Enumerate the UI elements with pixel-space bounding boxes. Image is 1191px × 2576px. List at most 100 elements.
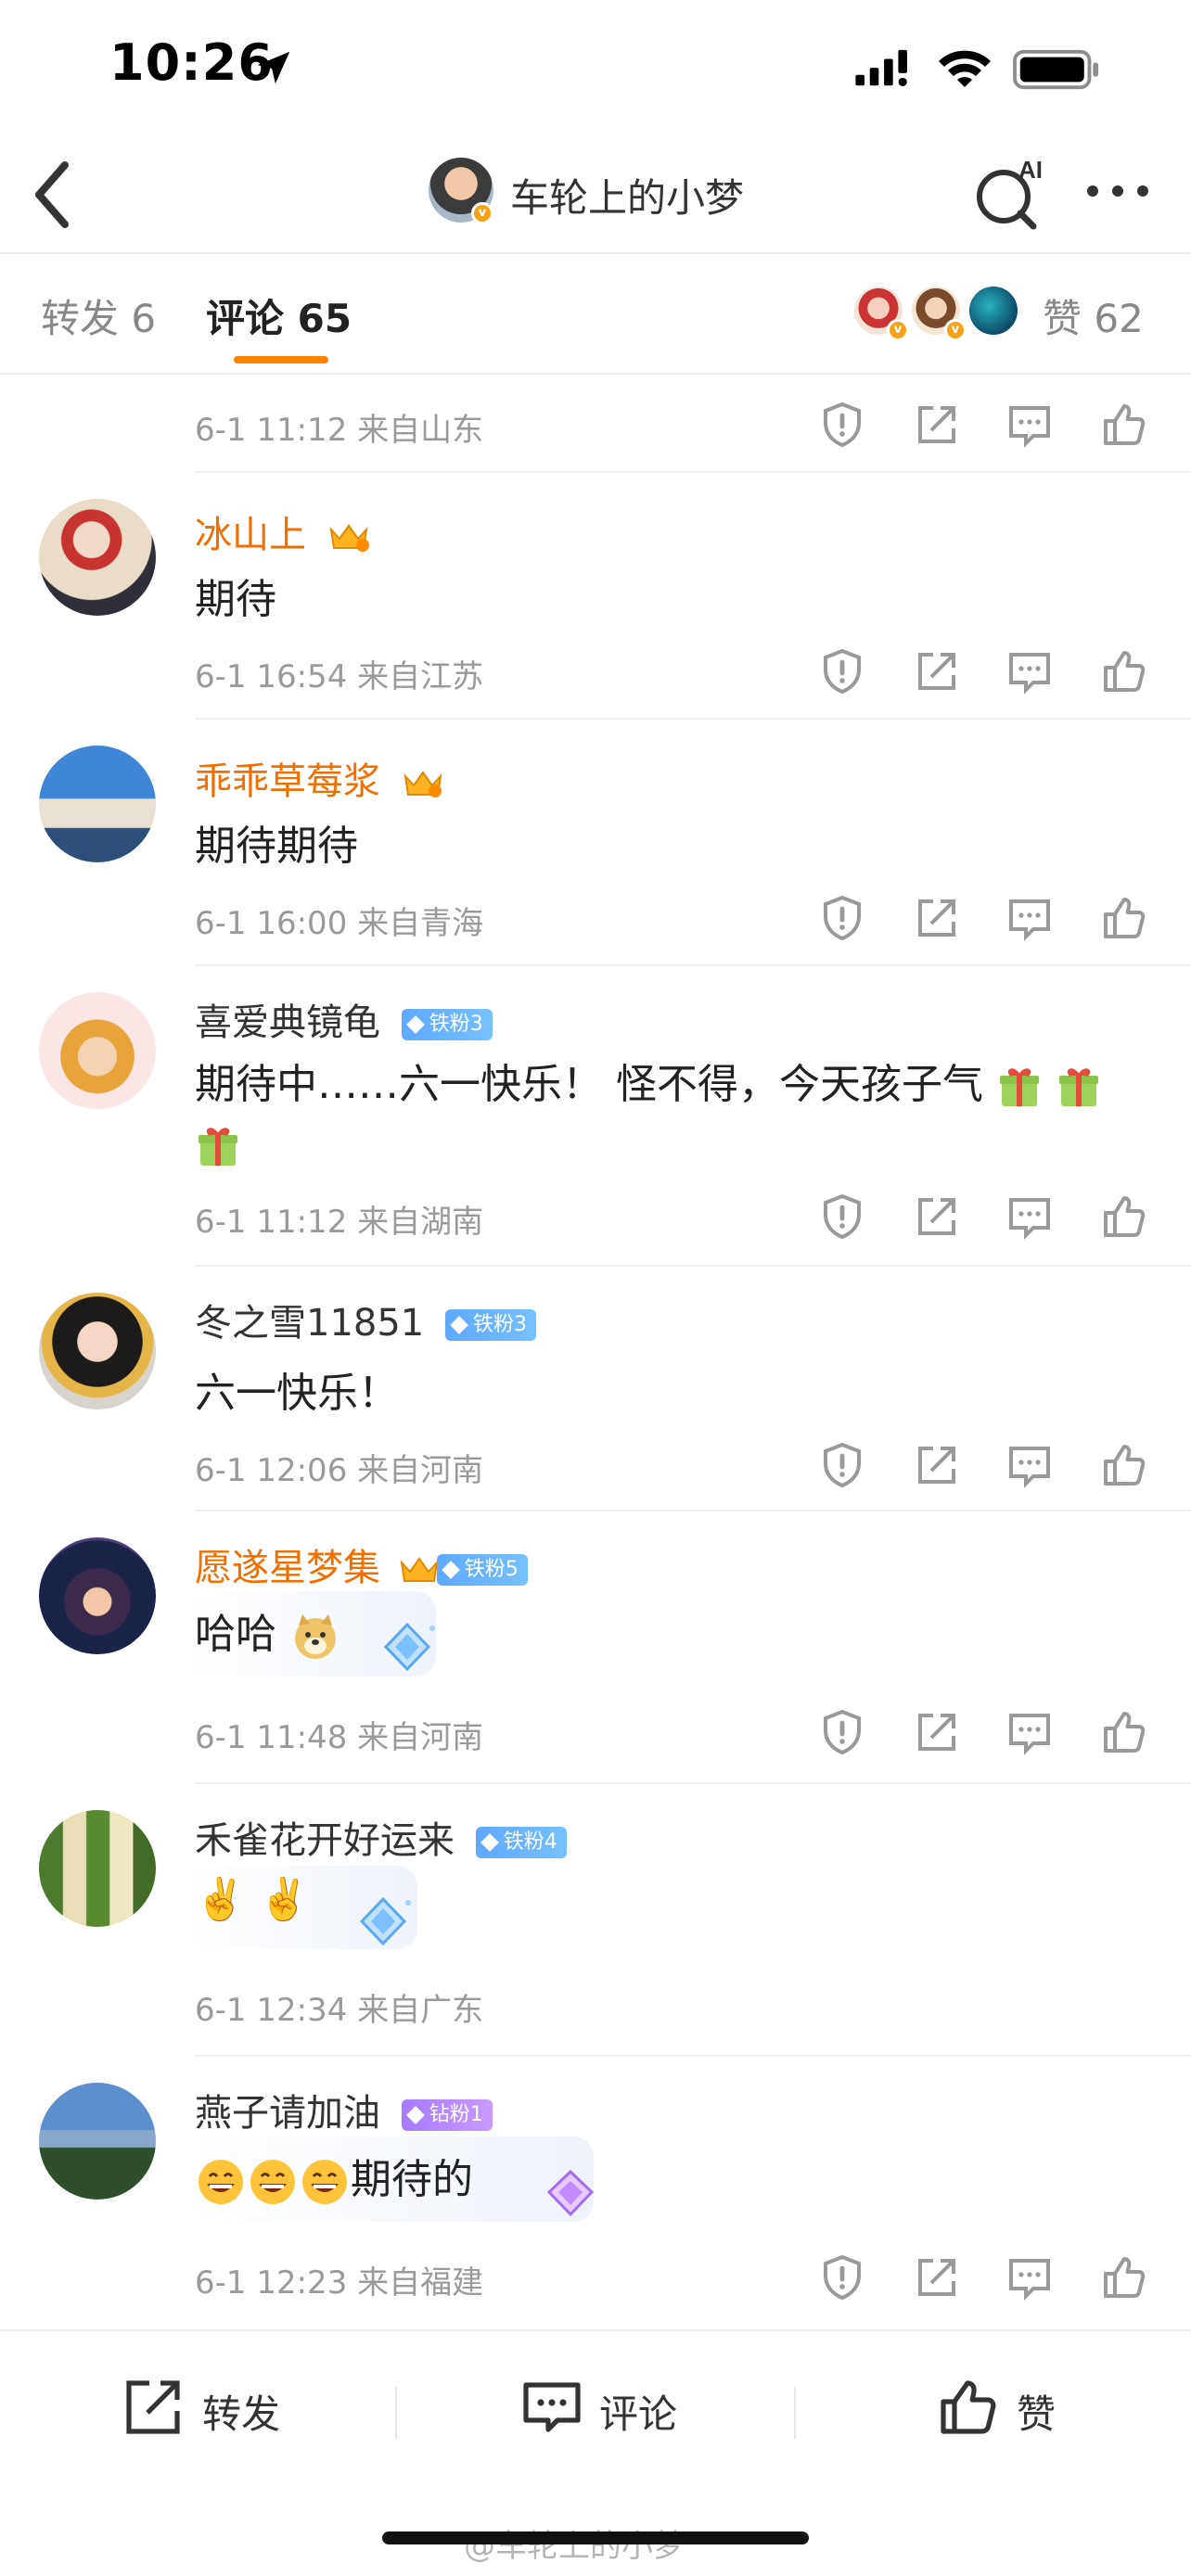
comment-item: 燕子请加油 钻粉1 期待的 6-1 12:23 来自福建 — [0, 2057, 1191, 2329]
share-icon[interactable] — [913, 1441, 961, 1489]
commenter-name-text: 乖乖草莓浆 — [195, 760, 380, 803]
location-arrow-icon — [257, 51, 290, 84]
report-shield-icon[interactable] — [818, 647, 866, 695]
like-thumb-icon[interactable] — [1100, 647, 1148, 695]
comment-actions — [816, 401, 1150, 453]
comment-actions — [816, 894, 1150, 946]
comment-text: 期待中……六一快乐！ 怪不得，今天孩子气 — [195, 1055, 1159, 1174]
reply-comment-icon[interactable] — [1005, 401, 1054, 449]
commenter-name[interactable]: 燕子请加油 钻粉1 — [195, 2083, 493, 2136]
report-shield-icon[interactable] — [818, 894, 866, 942]
share-icon[interactable] — [913, 1708, 961, 1756]
report-shield-icon[interactable] — [818, 2253, 866, 2302]
report-shield-icon[interactable] — [818, 401, 866, 449]
fan-level-tag: 铁粉4 — [475, 1827, 567, 1858]
like-thumb-icon[interactable] — [1100, 1441, 1148, 1489]
verified-badge-icon: v — [471, 202, 493, 224]
vip-crown-icon — [403, 771, 442, 797]
bottom-action-bar: 转发 评论 赞 — [0, 2329, 1191, 2478]
comment-text: 哈哈 — [195, 1600, 341, 1663]
commenter-name[interactable]: 冬之雪11851 铁粉3 — [195, 1293, 536, 1346]
status-bar: 10:26 — [0, 0, 1191, 130]
wifi-icon — [939, 50, 991, 87]
share-icon[interactable] — [913, 894, 961, 942]
comment-meta: 6-1 11:12 来自山东 — [195, 412, 484, 449]
commenter-avatar[interactable] — [39, 2083, 156, 2200]
commenter-name[interactable]: 冰山上 — [195, 504, 370, 558]
author-name[interactable]: 车轮上的小梦 — [510, 167, 744, 223]
like-label: 赞 — [1017, 2391, 1057, 2437]
like-thumb-icon[interactable] — [1100, 2253, 1148, 2302]
report-shield-icon[interactable] — [818, 1708, 866, 1756]
repost-button[interactable]: 转发 — [122, 2378, 308, 2442]
bubble-diamond-icon — [359, 1896, 411, 1946]
reply-comment-icon[interactable] — [1005, 2253, 1054, 2302]
tab-comment[interactable]: 评论 65 — [206, 287, 352, 344]
commenter-name-text: 冬之雪11851 — [195, 1302, 425, 1345]
home-indicator[interactable] — [382, 2531, 809, 2544]
comment-text-content: 期待中……六一快乐！ 怪不得，今天孩子气 — [195, 1061, 983, 1108]
comment-meta: 6-1 11:48 来自河南 — [195, 1719, 484, 1756]
comment-item: 乖乖草莓浆 期待期待 6-1 16:00 来自青海 — [0, 720, 1191, 966]
share-icon[interactable] — [913, 1192, 961, 1241]
commenter-name[interactable]: 喜爱典镜龟 铁粉3 — [195, 992, 493, 1046]
commenter-name[interactable]: 乖乖草莓浆 — [195, 751, 444, 805]
tab-likes[interactable]: 赞 62 — [1043, 287, 1144, 344]
verified-badge-icon: v — [887, 319, 909, 341]
comment-item: 冰山上 期待 6-1 16:54 来自江苏 — [0, 473, 1191, 720]
tab-repost[interactable]: 转发 6 — [41, 287, 156, 344]
commenter-avatar[interactable] — [39, 1537, 156, 1654]
commenter-avatar[interactable] — [39, 746, 156, 862]
reply-comment-icon[interactable] — [1005, 1192, 1054, 1241]
comment-label: 评论 — [599, 2391, 678, 2437]
grin-emoji-icon — [302, 2160, 347, 2204]
reply-comment-icon[interactable] — [1005, 1441, 1054, 1489]
report-shield-icon[interactable] — [818, 1192, 866, 1241]
reply-comment-icon[interactable] — [1005, 647, 1054, 695]
commenter-avatar[interactable] — [39, 1293, 156, 1409]
comment-actions — [816, 1708, 1150, 1760]
like-thumb-icon[interactable] — [1100, 894, 1148, 942]
verified-badge-icon: v — [944, 319, 967, 341]
comment-actions — [816, 1441, 1150, 1493]
share-icon[interactable] — [913, 2253, 961, 2302]
repost-label: 转发 — [202, 2391, 281, 2437]
comment-button[interactable]: 评论 — [519, 2378, 705, 2442]
commenter-avatar[interactable] — [39, 992, 156, 1109]
commenter-name-text: 喜爱典镜龟 — [195, 1001, 380, 1044]
comment-text: 期待 — [195, 576, 276, 623]
like-thumb-icon[interactable] — [1100, 1192, 1148, 1241]
more-options-icon[interactable] — [1085, 182, 1150, 200]
repost-share-icon — [126, 2380, 180, 2434]
commenter-name[interactable]: 禾雀花开好运来 铁粉4 — [195, 1810, 567, 1864]
liker-avatar — [967, 284, 1020, 338]
comment-text: 期待期待 — [195, 823, 358, 870]
ai-search-icon[interactable]: AI — [974, 154, 1048, 230]
reply-comment-icon[interactable] — [1005, 894, 1054, 942]
back-chevron-icon[interactable] — [28, 158, 76, 232]
vip-crown-icon — [329, 524, 369, 552]
report-shield-icon[interactable] — [818, 1441, 866, 1489]
commenter-avatar[interactable] — [39, 1810, 156, 1927]
commenter-name[interactable]: 愿遂星梦集 铁粉5 — [195, 1537, 528, 1591]
fan-level-tag: 铁粉5 — [436, 1554, 528, 1586]
like-thumb-icon[interactable] — [1100, 1708, 1148, 1756]
commenter-name-text: 冰山上 — [195, 514, 306, 556]
comment-meta: 6-1 12:34 来自广东 — [195, 1992, 484, 2029]
nav-bar: v 车轮上的小梦 AI — [0, 139, 1191, 250]
doge-emoji-icon — [295, 1614, 336, 1659]
comment-actions — [816, 2253, 1150, 2305]
like-button[interactable]: 赞 — [937, 2378, 1085, 2442]
share-icon[interactable] — [913, 647, 961, 695]
comment-text: 期待的 — [195, 2146, 473, 2208]
liker-avatars[interactable]: v v — [852, 284, 1037, 341]
gift-emoji-icon — [198, 1128, 237, 1166]
comment-actions — [816, 647, 1150, 699]
reply-comment-icon[interactable] — [1005, 1708, 1054, 1756]
bottom-separator — [395, 2387, 397, 2439]
commenter-avatar[interactable] — [39, 499, 156, 616]
commenter-name-text: 愿遂星梦集 — [195, 1547, 380, 1589]
tab-bar: 转发 6 评论 65 v v 赞 62 — [0, 252, 1191, 373]
like-thumb-icon[interactable] — [1100, 401, 1148, 449]
share-icon[interactable] — [913, 401, 961, 449]
